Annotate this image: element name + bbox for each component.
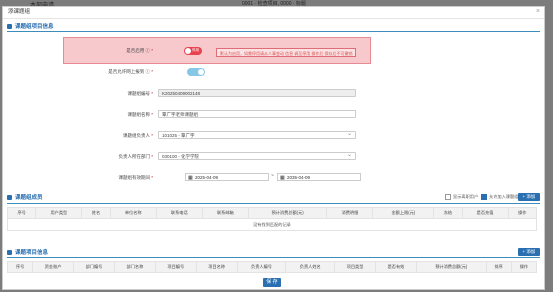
section-members-header: 课题组成员 (7, 193, 43, 201)
column-header: 部门编号 (73, 261, 115, 273)
check2-label: 允许加入课题组 (489, 194, 519, 199)
section-project-info-title: 课题组项目信息 (15, 24, 54, 30)
column-header: 姓名 (81, 207, 111, 219)
start-date-value: 2025-04-09 (195, 175, 219, 180)
list-icon (7, 249, 12, 255)
empty-message: 没有找到匹配的记录 (7, 218, 537, 231)
projects-table: 序号 资金账户 部门编号 部门名称 项目编号 项目名称 负责人编号 负责人姓名 项目类型 是否有效… (6, 261, 538, 273)
leader-select[interactable]: 101025 - 覃广宇 (158, 130, 356, 139)
toggle-knob (185, 48, 191, 54)
users-icon (7, 194, 12, 200)
enable-toggle[interactable]: 停用 (184, 47, 202, 55)
enable-label: 是否启用 ⓘ * (126, 48, 153, 53)
group-name-label: 课题组名称 * (127, 112, 153, 117)
period-separator: ~ (271, 173, 274, 179)
column-header: 操作 (507, 207, 538, 219)
column-header: 消费明细 (326, 207, 374, 219)
column-header: 部门名称 (113, 261, 156, 273)
check1-label: 显示离职用户 (453, 194, 479, 199)
period-label: 课题组有效期间 * (118, 175, 153, 180)
section-projects-title: 课题项目信息 (15, 250, 49, 256)
toggle-text: 停用 (192, 48, 199, 52)
allow-register-toggle[interactable] (187, 68, 205, 76)
section-projects-header: 课题项目信息 (7, 248, 48, 256)
leader-label: 课题组负责人 * (122, 133, 153, 138)
divider (7, 203, 540, 204)
allow-register-label: 是否允许网上报到 ⓘ * (108, 69, 153, 74)
end-date-field[interactable]: ▦ 2035-04-09 (277, 173, 361, 181)
dept-label: 负责人所在部门 * (118, 154, 153, 159)
column-header: 金额上限(元) (372, 207, 435, 219)
column-header: 冻结 (433, 207, 463, 219)
show-resigned-checkbox[interactable]: 显示离职用户 (445, 194, 478, 200)
column-header: 联系电话 (155, 207, 203, 219)
column-header: 是否有效 (375, 261, 417, 273)
allow-join-checkbox[interactable]: 允许加入课题组 (481, 194, 518, 200)
group-no-label: 课题组编号 * (127, 91, 153, 96)
column-header: 序号 (6, 261, 34, 273)
column-header: 项目名称 (195, 261, 238, 273)
close-icon[interactable]: × (536, 8, 540, 15)
enable-tip: 默认为启用，如需停用请从人事变动 信息 调至停用 操作后 保存后不可撤销 (216, 48, 356, 57)
add-project-button[interactable]: + 添加 (518, 248, 540, 256)
group-name-field[interactable]: 覃广宇老师课题组 (158, 110, 356, 118)
column-header: 负责人编号 (236, 261, 287, 273)
column-header: 操作 (510, 261, 538, 273)
column-header: 单位名称 (109, 207, 157, 219)
column-header: 负责人姓名 (285, 261, 336, 273)
save-button[interactable]: 保 存 (263, 278, 281, 287)
leader-value: 101025 - 覃广宇 (162, 133, 195, 138)
column-header: 预计消费总额(元) (247, 207, 328, 219)
add-member-button[interactable]: + 添加 (518, 193, 540, 201)
dept-value: 030100 - 化学学院 (162, 154, 200, 159)
divider (7, 257, 540, 258)
section-project-info-header: 课题组项目信息 (7, 22, 54, 30)
end-date-value: 2035-04-09 (287, 175, 311, 180)
column-header: 是否充值 (461, 207, 509, 219)
checkbox-box (481, 194, 487, 200)
column-header: 项目编号 (154, 261, 197, 273)
section-members-title: 课题组成员 (15, 195, 43, 201)
column-header: 项目类型 (334, 261, 376, 273)
column-header: 资金账户 (32, 261, 75, 273)
dept-select[interactable]: 030100 - 化学学院 (158, 151, 356, 160)
column-header: 预计消费总额(元) (415, 261, 487, 273)
divider (7, 31, 540, 32)
column-header: 排序 (485, 261, 512, 273)
edit-dialog: 添课题组 × 课题组项目信息 是否启用 ⓘ * 停用 默认为启用，如需停用请从人… (2, 6, 545, 290)
column-header: 序号 (6, 207, 37, 219)
checkbox-box (445, 194, 451, 200)
dialog-title: 添课题组 (3, 7, 544, 19)
column-header: 用户类型 (35, 207, 83, 219)
start-date-field[interactable]: ▦ 2025-04-09 (185, 173, 269, 181)
group-no-field[interactable]: K20250409002148 (158, 89, 356, 97)
column-header: 联系邮箱 (201, 207, 249, 219)
toggle-knob (198, 69, 204, 75)
calendar-icon: ▦ (188, 175, 193, 181)
calendar-icon: ▦ (280, 175, 285, 181)
info-icon (7, 23, 12, 29)
members-table: 序号 用户类型 姓名 单位名称 联系电话 联系邮箱 预计消费总额(元) 消费明细 金额上限(元)… (6, 207, 538, 231)
